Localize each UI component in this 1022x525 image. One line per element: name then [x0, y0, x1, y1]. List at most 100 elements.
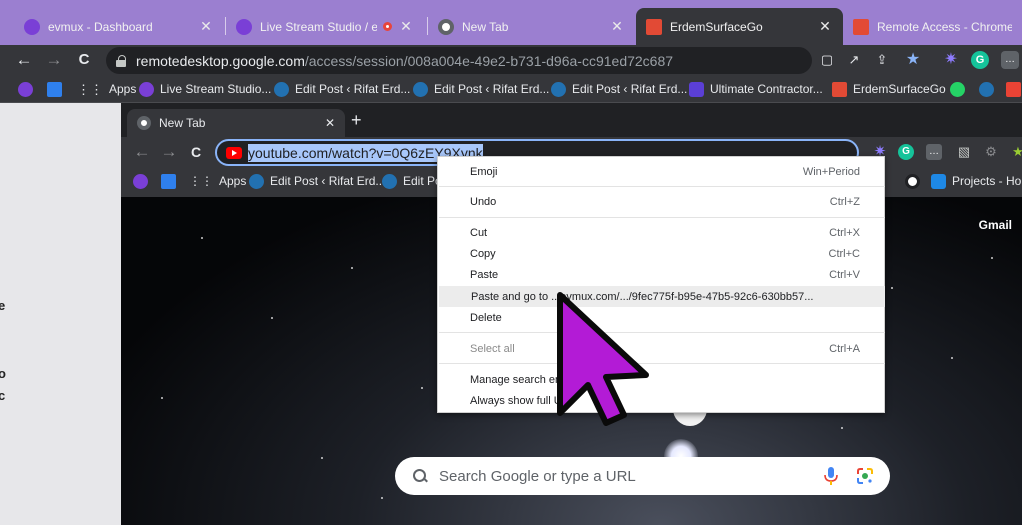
close-icon[interactable]: ✕	[609, 18, 625, 35]
back-button[interactable]: ←	[131, 141, 153, 163]
menu-item-undo[interactable]: Undo Ctrl+Z	[438, 191, 884, 212]
search-icon	[413, 469, 427, 483]
remote-desktop-icon	[853, 18, 869, 35]
local-page-edge: e o c	[0, 103, 121, 525]
contractor-icon	[689, 81, 704, 97]
menu-item-emoji[interactable]: Emoji Win+Period	[438, 161, 884, 182]
reload-button[interactable]: C	[73, 49, 95, 71]
outer-tab-new-tab[interactable]: New Tab ✕	[428, 8, 635, 45]
bookmark-edit-post[interactable]: Edit Post ‹ Rifat Erd...	[249, 172, 385, 190]
tab-title: New Tab	[159, 116, 206, 130]
wordpress-bookmark-icon[interactable]	[979, 80, 1000, 98]
reader-icon[interactable]: ▧	[955, 143, 973, 161]
share-icon[interactable]: ⇪	[873, 51, 891, 69]
outer-bookmarks-bar: ⋮⋮ Apps Live Stream Studio... Edit Post ‹…	[0, 75, 1022, 103]
context-menu: Emoji Win+Period Undo Ctrl+Z Cut Ctrl+X …	[437, 156, 885, 413]
projects-icon	[931, 173, 946, 189]
wordpress-icon	[274, 81, 289, 97]
tab-title: New Tab	[462, 19, 509, 34]
whatsapp-bookmark-icon[interactable]	[950, 80, 971, 98]
recording-icon	[383, 22, 392, 31]
clipboard-icon[interactable]: ▢	[818, 51, 836, 69]
url-path: /access/session/008a004e-49e2-b731-d96a-…	[304, 52, 674, 69]
bookmark-projects[interactable]: Projects - Hom	[931, 172, 1022, 190]
forward-button[interactable]: →	[43, 49, 65, 71]
forward-button[interactable]: →	[158, 141, 180, 163]
evmux-icon	[139, 81, 154, 97]
mouse-cursor-icon	[557, 292, 649, 426]
outer-tab-erdemsurfacego[interactable]: ErdemSurfaceGo ✕	[636, 8, 843, 45]
open-external-icon[interactable]: ↗	[845, 51, 863, 69]
tab-title: ErdemSurfaceGo	[670, 19, 763, 34]
tab-title: evmux - Dashboard	[48, 19, 153, 34]
close-icon[interactable]: ✕	[398, 18, 414, 35]
wordpress-icon	[551, 81, 566, 97]
menu-item-paste[interactable]: Paste Ctrl+V	[438, 264, 884, 285]
chrome-bookmark-icon[interactable]	[905, 172, 926, 190]
more-icon[interactable]: …	[1001, 51, 1019, 69]
menu-item-select-all[interactable]: Select all Ctrl+A	[438, 338, 884, 359]
chrome-icon	[137, 116, 151, 130]
outer-tab-remote-access[interactable]: Remote Access - Chrome Rem	[843, 8, 1022, 45]
wordpress-icon	[249, 173, 264, 189]
search-placeholder: Search Google or type a URL	[439, 467, 636, 485]
inner-tab-new-tab[interactable]: New Tab ✕	[127, 109, 345, 137]
bookmark-edit-post-1[interactable]: Edit Post ‹ Rifat Erd...	[274, 80, 410, 98]
gmail-bookmark-icon[interactable]	[1006, 80, 1022, 98]
grammarly-icon[interactable]: G	[898, 144, 914, 160]
menu-item-copy[interactable]: Copy Ctrl+C	[438, 243, 884, 264]
bookmark-edit-post-3[interactable]: Edit Post ‹ Rifat Erd...	[551, 80, 687, 98]
url-host: remotedesktop.google.com	[136, 52, 305, 69]
tab-manager-bookmark-icon[interactable]	[47, 80, 68, 98]
grammarly-icon[interactable]: G	[971, 51, 989, 69]
apps-grid-icon: ⋮⋮	[189, 174, 213, 188]
bookmark-apps[interactable]: ⋮⋮ Apps	[77, 80, 136, 98]
menu-item-delete[interactable]: Delete	[438, 307, 884, 328]
bookmark-erdemsurfacego[interactable]: ErdemSurfaceGo	[832, 80, 946, 98]
close-icon[interactable]: ✕	[198, 18, 214, 35]
new-tab-button[interactable]: +	[351, 110, 362, 131]
bookmark-ultimate-contractor[interactable]: Ultimate Contractor...	[689, 80, 823, 98]
evmux-icon	[24, 18, 40, 35]
address-bar[interactable]: remotedesktop.google.com /access/session…	[106, 47, 812, 74]
star-icon[interactable]: ★	[904, 51, 922, 69]
bookmark-apps[interactable]: ⋮⋮ Apps	[189, 172, 246, 190]
wordpress-icon	[382, 173, 397, 189]
tab-manager-bookmark-icon[interactable]	[161, 172, 182, 190]
menu-item-always-show-full-urls[interactable]: Always show full U	[438, 390, 884, 411]
tab-title: Live Stream Studio / evmu	[260, 19, 377, 34]
bookmark-edit-post-2[interactable]: Edit Post ‹ Rifat Erd...	[413, 80, 549, 98]
gmail-link[interactable]: Gmail	[979, 218, 1012, 232]
evmux-icon	[236, 18, 252, 35]
back-button[interactable]: ←	[13, 49, 35, 71]
apps-grid-icon: ⋮⋮	[77, 81, 103, 97]
puzzle-icon[interactable]: ⚙	[982, 143, 1000, 161]
outer-tab-strip: evmux - Dashboard ✕ Live Stream Studio /…	[0, 0, 1022, 45]
youtube-icon	[226, 146, 242, 159]
evmux-bookmark-icon[interactable]	[133, 172, 154, 190]
wordpress-icon	[413, 81, 428, 97]
outer-toolbar: ← → C remotedesktop.google.com /access/s…	[0, 45, 1022, 75]
google-search-box[interactable]: Search Google or type a URL	[395, 457, 890, 495]
extension-icon[interactable]: ✷	[942, 51, 960, 69]
more-icon[interactable]: …	[926, 144, 942, 160]
outer-tab-live-stream-studio[interactable]: Live Stream Studio / evmu ✕	[226, 8, 424, 45]
lock-icon	[116, 54, 126, 67]
microphone-icon[interactable]	[824, 467, 838, 485]
outer-tab-evmux-dashboard[interactable]: evmux - Dashboard ✕	[14, 8, 224, 45]
bookmark-live-stream-studio[interactable]: Live Stream Studio...	[139, 80, 271, 98]
close-icon[interactable]: ✕	[325, 116, 335, 130]
remote-desktop-icon	[832, 81, 847, 97]
evmux-bookmark-icon[interactable]	[18, 80, 39, 98]
remote-desktop-icon	[646, 18, 662, 35]
google-lens-icon[interactable]	[856, 467, 874, 485]
reload-button[interactable]: C	[185, 141, 207, 163]
menu-item-cut[interactable]: Cut Ctrl+X	[438, 222, 884, 243]
inner-tab-strip: New Tab ✕ +	[121, 103, 1022, 137]
chrome-icon	[438, 18, 454, 35]
menu-item-manage-search-engines[interactable]: Manage search eng	[438, 369, 884, 390]
close-icon[interactable]: ✕	[817, 18, 833, 35]
tab-title: Remote Access - Chrome Rem	[877, 19, 1012, 34]
menu-item-paste-and-go[interactable]: Paste and go to ...evmux.com/.../9fec775…	[439, 286, 885, 307]
bookmark-star-icon[interactable]: ★	[1009, 143, 1022, 161]
